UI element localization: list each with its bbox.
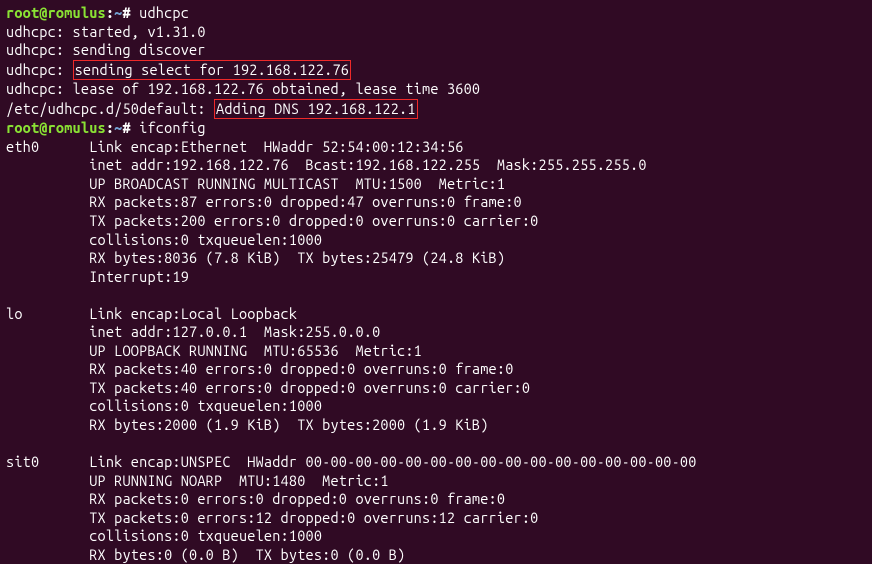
prompt-line-2: root@romulus:~# ifconfig xyxy=(6,119,866,138)
prompt-path: ~ xyxy=(114,4,122,21)
prompt-path: ~ xyxy=(114,119,122,136)
prompt-user-host: root@romulus xyxy=(6,4,106,21)
udhcpc-lease: udhcpc: lease of 192.168.122.76 obtained… xyxy=(6,80,866,99)
udhcpc-discover: udhcpc: sending discover xyxy=(6,41,866,60)
lo-line4: RX packets:40 errors:0 dropped:0 overrun… xyxy=(6,360,866,379)
command-ifconfig: ifconfig xyxy=(139,119,206,136)
eth0-line3: UP BROADCAST RUNNING MULTICAST MTU:1500 … xyxy=(6,175,866,194)
lo-line6: collisions:0 txqueuelen:1000 xyxy=(6,397,866,416)
sit0-line2: UP RUNNING NOARP MTU:1480 Metric:1 xyxy=(6,472,866,491)
udhcpc-started: udhcpc: started, v1.31.0 xyxy=(6,23,866,42)
udhcpc-dns-prefix: /etc/udhcpc.d/50default: xyxy=(6,100,214,117)
prompt-sep2: # xyxy=(123,4,140,21)
sit0-line5: collisions:0 txqueuelen:1000 xyxy=(6,527,866,546)
udhcpc-dns: /etc/udhcpc.d/50default: Adding DNS 192.… xyxy=(6,99,866,120)
udhcpc-select-highlight: sending select for 192.168.122.76 xyxy=(73,60,352,81)
lo-line1: lo Link encap:Local Loopback xyxy=(6,305,866,324)
sit0-line6: RX bytes:0 (0.0 B) TX bytes:0 (0.0 B) xyxy=(6,546,866,564)
sit0-line4: TX packets:0 errors:12 dropped:0 overrun… xyxy=(6,509,866,528)
udhcpc-dns-highlight: Adding DNS 192.168.122.1 xyxy=(214,99,418,120)
lo-line2: inet addr:127.0.0.1 Mask:255.0.0.0 xyxy=(6,323,866,342)
lo-line7: RX bytes:2000 (1.9 KiB) TX bytes:2000 (1… xyxy=(6,416,866,435)
prompt-sep1: : xyxy=(106,4,114,21)
lo-line3: UP LOOPBACK RUNNING MTU:65536 Metric:1 xyxy=(6,342,866,361)
eth0-line2: inet addr:192.168.122.76 Bcast:192.168.1… xyxy=(6,156,866,175)
sit0-line1: sit0 Link encap:UNSPEC HWaddr 00-00-00-0… xyxy=(6,453,866,472)
eth0-line6: collisions:0 txqueuelen:1000 xyxy=(6,231,866,250)
prompt-line-1: root@romulus:~# udhcpc xyxy=(6,4,866,23)
prompt-sep1: : xyxy=(106,119,114,136)
terminal-output[interactable]: root@romulus:~# udhcpc udhcpc: started, … xyxy=(6,4,866,564)
prompt-sep2: # xyxy=(123,119,140,136)
sit0-line3: RX packets:0 errors:0 dropped:0 overruns… xyxy=(6,490,866,509)
blank-line-1 xyxy=(6,286,866,305)
blank-line-2 xyxy=(6,435,866,454)
udhcpc-select-prefix: udhcpc: xyxy=(6,61,73,78)
eth0-line5: TX packets:200 errors:0 dropped:0 overru… xyxy=(6,212,866,231)
udhcpc-select: udhcpc: sending select for 192.168.122.7… xyxy=(6,60,866,81)
lo-line5: TX packets:40 errors:0 dropped:0 overrun… xyxy=(6,379,866,398)
command-udhcpc: udhcpc xyxy=(139,4,189,21)
eth0-line4: RX packets:87 errors:0 dropped:47 overru… xyxy=(6,193,866,212)
eth0-line7: RX bytes:8036 (7.8 KiB) TX bytes:25479 (… xyxy=(6,249,866,268)
eth0-line8: Interrupt:19 xyxy=(6,268,866,287)
prompt-user-host: root@romulus xyxy=(6,119,106,136)
eth0-line1: eth0 Link encap:Ethernet HWaddr 52:54:00… xyxy=(6,138,866,157)
